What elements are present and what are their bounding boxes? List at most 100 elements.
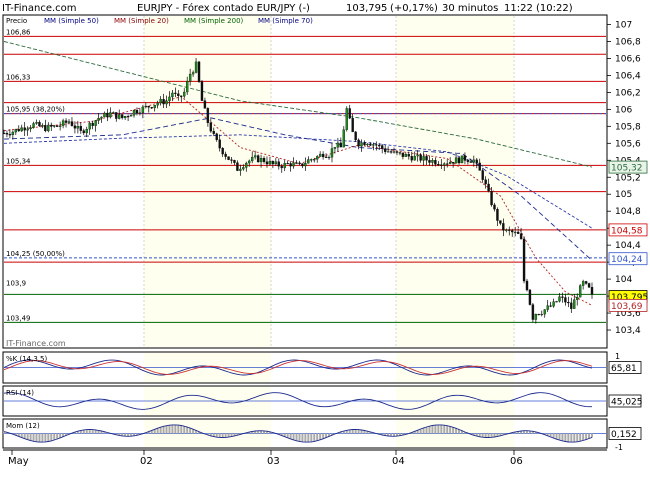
x-tick-label: 06	[510, 456, 523, 467]
candle-body	[425, 156, 428, 161]
candle-body	[301, 163, 304, 167]
candle-body	[567, 302, 570, 304]
interval-label: 30 minutos	[442, 3, 498, 14]
indicator-tag-label: 0,152	[611, 430, 637, 440]
candle-body	[85, 128, 88, 134]
legend: Precio MM (Simple 50) MM (Simple 20) MM …	[6, 17, 313, 25]
watermark: IT-Finance.com	[6, 339, 66, 348]
candle-body	[333, 147, 337, 149]
candle-body	[8, 134, 12, 136]
candle-body	[422, 156, 425, 161]
candle-body	[248, 160, 251, 164]
candle-body	[383, 148, 387, 152]
candle-body	[251, 156, 254, 162]
candle-body	[180, 95, 183, 97]
candle-body	[64, 120, 68, 123]
candle-body	[372, 144, 375, 146]
candle-body	[38, 122, 41, 127]
candle-body	[14, 129, 17, 133]
y-tick-label: 104,8	[615, 207, 641, 217]
candle-body	[490, 190, 493, 206]
candle-body	[555, 301, 558, 303]
candle-body	[564, 297, 567, 303]
candle-body	[392, 151, 396, 153]
candle-body	[304, 163, 307, 167]
chart-title: EURJPY - Fórex contado EUR/JPY (-) 103,7…	[137, 2, 573, 14]
y-tick-label: 106,2	[615, 88, 641, 98]
candle-body	[434, 160, 437, 165]
legend-ma70: MM (Simple 70)	[258, 17, 313, 25]
candle-body	[443, 163, 446, 166]
candle-body	[558, 296, 561, 302]
candle-body	[126, 116, 130, 118]
candle-body	[573, 299, 576, 309]
y-tick-label: 105	[615, 190, 632, 200]
candle-body	[419, 154, 422, 161]
candle-body	[360, 142, 363, 147]
candle-body	[327, 156, 331, 159]
candle-body	[457, 157, 461, 164]
candle-body	[581, 281, 585, 286]
price-chart[interactable]: IT-Finance.com EURJPY - Fórex contado EU…	[0, 0, 650, 490]
candle-body	[94, 120, 97, 126]
candle-body	[318, 153, 322, 157]
candle-body	[357, 139, 360, 147]
candle-body	[570, 302, 573, 309]
candle-body	[502, 223, 505, 231]
candle-body	[230, 159, 233, 161]
candle-body	[407, 154, 410, 157]
y-tick-label: 103,4	[615, 326, 641, 336]
candle-body	[58, 125, 62, 127]
title-label: EURJPY - Fórex contado EUR/JPY (-)	[137, 2, 310, 14]
last-price-label: 103,795	[346, 3, 387, 14]
candle-body	[428, 160, 431, 163]
candle-body	[579, 285, 582, 298]
candle-body	[516, 231, 520, 234]
candle-body	[218, 139, 221, 149]
candle-body	[561, 296, 564, 298]
candle-body	[363, 142, 366, 146]
x-tick-label: 03	[267, 456, 280, 467]
candle-body	[233, 160, 236, 163]
candle-body	[431, 160, 434, 163]
candle-body	[499, 220, 502, 224]
indicator-tag-label: 65,81	[611, 364, 637, 374]
candle-body	[381, 145, 384, 149]
candle-body	[481, 170, 484, 180]
candle-body	[242, 167, 245, 170]
candle-body	[537, 313, 540, 316]
candle-body	[61, 120, 65, 126]
candle-body	[144, 106, 148, 108]
candle-body	[44, 125, 47, 132]
candle-body	[168, 96, 171, 102]
candle-body	[174, 92, 177, 94]
candle-body	[401, 152, 405, 157]
day-shade-2	[396, 16, 514, 347]
legend-ma20: MM (Simple 20)	[114, 17, 169, 25]
candle-body	[277, 161, 280, 167]
candle-body	[549, 305, 552, 307]
candle-body	[280, 166, 283, 169]
indicator-title: RSI (14)	[6, 389, 34, 397]
candle-body	[11, 131, 15, 135]
candle-body	[330, 148, 334, 158]
candle-body	[221, 147, 224, 155]
price-tag-label: 104,58	[611, 226, 643, 236]
candle-body	[121, 114, 124, 119]
candle-body	[171, 92, 174, 98]
candle-body	[112, 112, 115, 114]
candle-body	[20, 127, 23, 132]
candle-body	[475, 159, 478, 164]
candle-body	[348, 108, 351, 119]
candle-body	[398, 152, 402, 154]
candle-body	[378, 145, 381, 147]
indicator-title: %K (14,3,5)	[6, 355, 47, 363]
candle-body	[183, 91, 186, 97]
candle-body	[478, 162, 481, 171]
y-tick-label: 104,4	[615, 241, 641, 251]
candle-body	[410, 156, 413, 161]
legend-ma50: MM (Simple 50)	[44, 17, 99, 25]
x-tick-label: May	[8, 456, 29, 467]
candle-body	[540, 313, 543, 316]
candle-body	[339, 142, 343, 148]
